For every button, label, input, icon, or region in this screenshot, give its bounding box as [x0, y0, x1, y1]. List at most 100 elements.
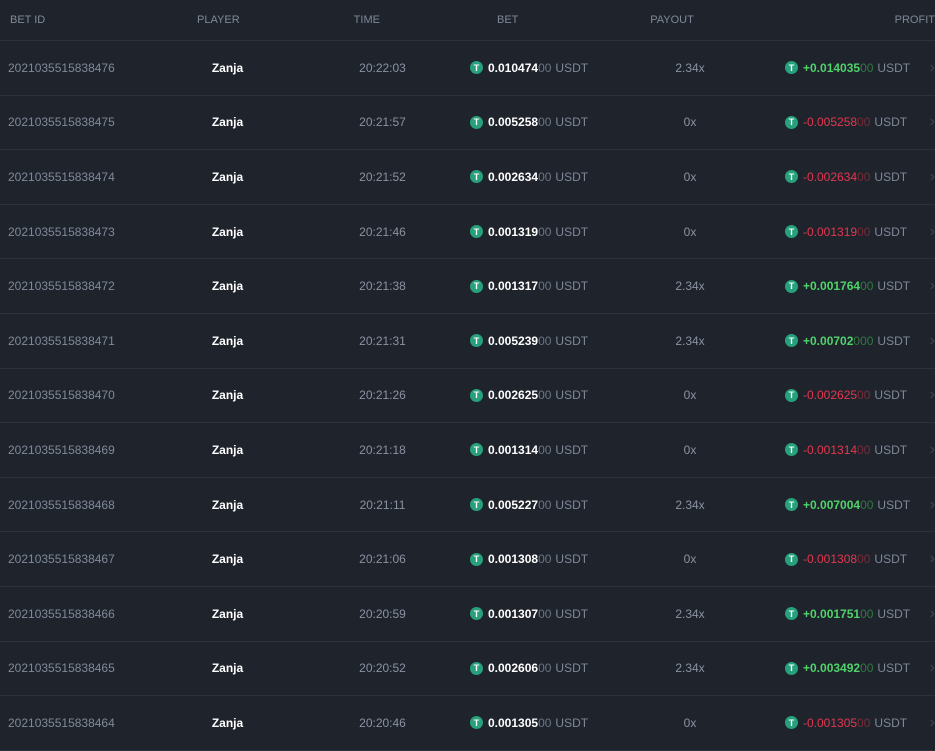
table-row[interactable]: 2021035515838470 Zanja 20:21:26 T 0.00262… — [0, 369, 935, 424]
bet-value: 0.002634 — [488, 169, 539, 184]
header-time: TIME — [353, 14, 380, 26]
player-name[interactable]: Zanja — [190, 388, 265, 402]
chevron-right-icon[interactable]: › — [930, 441, 935, 459]
tether-icon: T — [785, 388, 798, 402]
profit-value: -0.001308 — [803, 552, 858, 567]
profit-value: +0.001751 — [803, 606, 861, 621]
player-name[interactable]: Zanja — [190, 498, 265, 512]
bet-id[interactable]: 2021035515838466 — [0, 607, 190, 621]
payout: 0x — [683, 169, 697, 184]
player-name[interactable]: Zanja — [190, 225, 265, 239]
player-name[interactable]: Zanja — [190, 279, 265, 293]
profit-amount: T -0.002634 00 USDT — [785, 170, 920, 184]
table-row[interactable]: 2021035515838472 Zanja 20:21:38 T 0.00131… — [0, 259, 935, 314]
tether-icon: T — [785, 279, 798, 293]
bet-time: 20:20:59 — [359, 606, 406, 621]
profit-amount: T +0.007004 00 USDT — [785, 498, 920, 512]
tether-icon: T — [470, 61, 483, 75]
bet-time: 20:21:26 — [359, 388, 406, 403]
bet-id[interactable]: 2021035515838468 — [0, 498, 190, 512]
bet-id[interactable]: 2021035515838475 — [0, 115, 190, 129]
profit-currency: USDT — [877, 661, 911, 676]
header-bet: BET — [496, 14, 519, 26]
bet-amount: T 0.005239 00 USDT — [470, 334, 595, 348]
table-row[interactable]: 2021035515838474 Zanja 20:21:52 T 0.00263… — [0, 150, 935, 205]
bet-trailing-zeros: 00 — [538, 115, 552, 130]
profit-trailing-zeros: 00 — [860, 606, 874, 621]
chevron-right-icon[interactable]: › — [930, 168, 935, 186]
bet-time: 20:20:46 — [359, 715, 406, 730]
bet-id[interactable]: 2021035515838472 — [0, 279, 190, 293]
table-row[interactable]: 2021035515838466 Zanja 20:20:59 T 0.00130… — [0, 587, 935, 642]
player-name[interactable]: Zanja — [190, 716, 265, 730]
bet-id[interactable]: 2021035515838467 — [0, 552, 190, 566]
payout: 0x — [683, 442, 697, 457]
player-name[interactable]: Zanja — [190, 334, 265, 348]
bet-trailing-zeros: 00 — [538, 606, 552, 621]
profit-trailing-zeros: 00 — [857, 442, 871, 457]
bet-value: 0.001308 — [488, 552, 539, 567]
chevron-right-icon[interactable]: › — [930, 332, 935, 350]
chevron-right-icon[interactable]: › — [930, 59, 935, 77]
bet-amount: T 0.001317 00 USDT — [470, 279, 595, 293]
chevron-right-icon[interactable]: › — [930, 223, 935, 241]
tether-icon: T — [470, 716, 483, 730]
profit-value: -0.001319 — [803, 224, 858, 239]
chevron-right-icon[interactable]: › — [930, 277, 935, 295]
payout: 2.34x — [675, 661, 705, 676]
table-row[interactable]: 2021035515838464 Zanja 20:20:46 T 0.00130… — [0, 696, 935, 751]
profit-currency: USDT — [877, 333, 911, 348]
table-row[interactable]: 2021035515838469 Zanja 20:21:18 T 0.00131… — [0, 423, 935, 478]
bet-id[interactable]: 2021035515838476 — [0, 61, 190, 75]
bet-value: 0.001307 — [488, 606, 539, 621]
bet-currency: USDT — [555, 279, 589, 294]
profit-trailing-zeros: 00 — [857, 715, 871, 730]
table-row[interactable]: 2021035515838467 Zanja 20:21:06 T 0.00130… — [0, 532, 935, 587]
chevron-right-icon[interactable]: › — [930, 714, 935, 732]
player-name[interactable]: Zanja — [190, 443, 265, 457]
tether-icon: T — [785, 225, 798, 239]
profit-amount: T +0.001751 00 USDT — [785, 607, 920, 621]
chevron-right-icon[interactable]: › — [930, 496, 935, 514]
bet-currency: USDT — [555, 661, 589, 676]
player-name[interactable]: Zanja — [190, 661, 265, 675]
bet-id[interactable]: 2021035515838470 — [0, 388, 190, 402]
player-name[interactable]: Zanja — [190, 170, 265, 184]
payout: 0x — [683, 715, 697, 730]
bet-currency: USDT — [555, 715, 589, 730]
player-name[interactable]: Zanja — [190, 607, 265, 621]
payout: 0x — [683, 552, 697, 567]
tether-icon: T — [785, 607, 798, 621]
bet-currency: USDT — [555, 169, 589, 184]
bet-id[interactable]: 2021035515838465 — [0, 661, 190, 675]
chevron-right-icon[interactable]: › — [930, 605, 935, 623]
table-row[interactable]: 2021035515838465 Zanja 20:20:52 T 0.00260… — [0, 642, 935, 697]
chevron-right-icon[interactable]: › — [930, 550, 935, 568]
chevron-right-icon[interactable]: › — [930, 659, 935, 677]
bet-id[interactable]: 2021035515838474 — [0, 170, 190, 184]
bet-amount: T 0.001305 00 USDT — [470, 716, 595, 730]
chevron-right-icon[interactable]: › — [930, 113, 935, 131]
table-row[interactable]: 2021035515838475 Zanja 20:21:57 T 0.00525… — [0, 96, 935, 151]
table-row[interactable]: 2021035515838476 Zanja 20:22:03 T 0.01047… — [0, 41, 935, 96]
bet-id[interactable]: 2021035515838464 — [0, 716, 190, 730]
player-name[interactable]: Zanja — [190, 61, 265, 75]
table-row[interactable]: 2021035515838473 Zanja 20:21:46 T 0.00131… — [0, 205, 935, 260]
bet-id[interactable]: 2021035515838473 — [0, 225, 190, 239]
payout: 0x — [683, 388, 697, 403]
table-row[interactable]: 2021035515838468 Zanja 20:21:11 T 0.00522… — [0, 478, 935, 533]
chevron-right-icon[interactable]: › — [930, 386, 935, 404]
profit-currency: USDT — [874, 388, 908, 403]
table-row[interactable]: 2021035515838471 Zanja 20:21:31 T 0.00523… — [0, 314, 935, 369]
tether-icon: T — [470, 607, 483, 621]
bet-time: 20:21:38 — [359, 279, 406, 294]
profit-currency: USDT — [877, 606, 911, 621]
bet-currency: USDT — [555, 60, 589, 75]
bet-time: 20:21:31 — [359, 333, 406, 348]
bet-id[interactable]: 2021035515838469 — [0, 443, 190, 457]
bet-id[interactable]: 2021035515838471 — [0, 334, 190, 348]
player-name[interactable]: Zanja — [190, 115, 265, 129]
tether-icon: T — [470, 115, 483, 129]
tether-icon: T — [470, 279, 483, 293]
player-name[interactable]: Zanja — [190, 552, 265, 566]
